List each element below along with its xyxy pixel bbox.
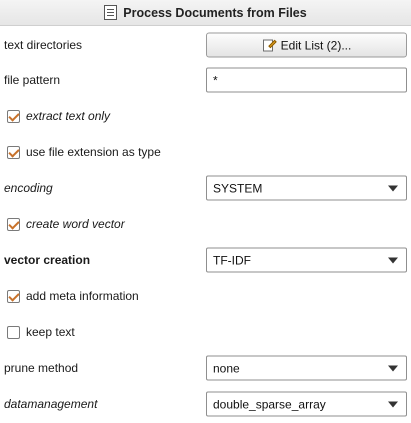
param-row-vector-creation: vector creation TF-IDF [0,242,411,278]
parameters-panel: Process Documents from Files text direct… [0,0,411,423]
panel-header: Process Documents from Files [0,0,411,26]
create-word-vector-toggle[interactable]: create word vector [7,217,125,231]
param-row-add-meta-information: add meta information [0,278,411,314]
encoding-label: encoding [4,181,53,195]
create-word-vector-label: create word vector [26,217,125,231]
keep-text-toggle[interactable]: keep text [7,325,75,339]
vector-creation-value: TF-IDF [213,253,251,267]
create-word-vector-checkbox[interactable] [7,217,20,231]
prune-method-select[interactable]: none [206,355,407,381]
edit-list-icon [262,38,277,52]
prune-method-value: none [213,361,240,375]
encoding-value: SYSTEM [213,181,263,195]
keep-text-checkbox[interactable] [7,325,20,339]
param-row-prune-method: prune method none [0,350,411,386]
param-row-encoding: encoding SYSTEM [0,170,411,206]
datamanagement-select[interactable]: double_sparse_array [206,391,407,417]
param-row-extract-text-only: extract text only [0,98,411,134]
file-pattern-label: file pattern [4,73,61,87]
param-row-create-word-vector: create word vector [0,206,411,242]
datamanagement-value: double_sparse_array [213,397,326,411]
use-file-extension-label: use file extension as type [26,145,161,159]
chevron-down-icon [388,257,398,263]
prune-method-label: prune method [4,361,79,375]
panel-title: Process Documents from Files [123,5,307,20]
chevron-down-icon [388,401,398,407]
vector-creation-select[interactable]: TF-IDF [206,247,407,273]
add-meta-information-toggle[interactable]: add meta information [7,289,139,303]
extract-text-only-checkbox[interactable] [7,109,20,123]
add-meta-information-label: add meta information [26,289,139,303]
param-row-text-directories: text directories Edit List (2)... [0,27,411,63]
chevron-down-icon [388,365,398,371]
param-row-keep-text: keep text [0,314,411,350]
datamanagement-label: datamanagement [4,397,98,411]
chevron-down-icon [388,185,398,191]
encoding-select[interactable]: SYSTEM [206,175,407,201]
file-pattern-input[interactable] [206,67,407,93]
extract-text-only-label: extract text only [26,109,111,123]
keep-text-label: keep text [26,325,75,339]
text-directories-label: text directories [4,38,83,52]
extract-text-only-toggle[interactable]: extract text only [7,109,110,123]
use-file-extension-checkbox[interactable] [7,145,20,159]
document-icon [104,5,118,20]
edit-list-button[interactable]: Edit List (2)... [206,32,407,58]
vector-creation-label: vector creation [4,253,91,267]
param-row-datamanagement: datamanagement double_sparse_array [0,386,411,422]
param-row-use-file-extension: use file extension as type [0,134,411,170]
use-file-extension-toggle[interactable]: use file extension as type [7,145,161,159]
param-row-file-pattern: file pattern [0,62,411,98]
add-meta-information-checkbox[interactable] [7,289,20,303]
edit-list-label: Edit List (2)... [280,38,352,52]
